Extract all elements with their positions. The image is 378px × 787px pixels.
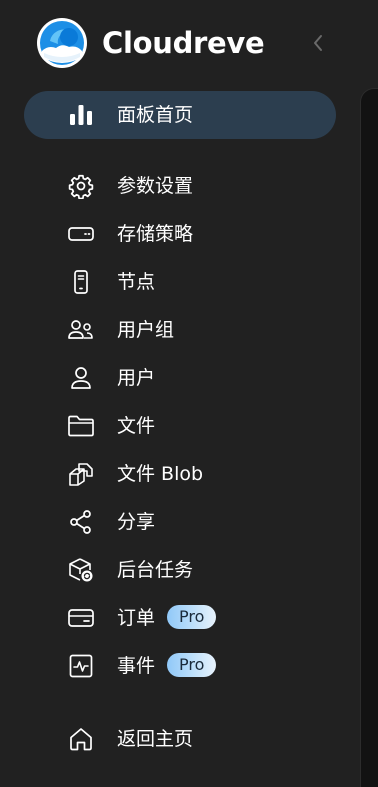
chevron-left-icon	[314, 35, 322, 51]
nav-item-settings[interactable]: 参数设置	[24, 162, 336, 210]
sidebar: Cloudreve 面板首页 参数设置 存储策略 节点 用户组 用户 文件 文件…	[0, 0, 360, 787]
share-icon	[67, 508, 95, 536]
bar-chart-icon	[67, 101, 95, 129]
nav-item-orders[interactable]: 订单 Pro	[24, 594, 336, 642]
nav-item-background-tasks[interactable]: 后台任务	[24, 546, 336, 594]
nav-label: 文件 Blob	[117, 463, 204, 485]
nav-item-back-home[interactable]: 返回主页	[24, 715, 336, 763]
nav-label: 后台任务	[117, 559, 194, 581]
folder-icon	[67, 412, 95, 440]
pro-badge: Pro	[167, 604, 217, 629]
device-icon	[67, 268, 95, 296]
nav-item-user-groups[interactable]: 用户组	[24, 306, 336, 354]
home-icon	[67, 725, 95, 753]
nav-label-text: 订单	[117, 607, 156, 629]
app-title: Cloudreve	[102, 26, 265, 60]
nav-label: 用户	[117, 367, 156, 389]
nav-item-dashboard[interactable]: 面板首页	[24, 91, 336, 139]
cloudreve-logo	[36, 17, 88, 69]
nav-label-text: 事件	[117, 655, 156, 677]
nav-item-nodes[interactable]: 节点	[24, 258, 336, 306]
nav-label: 用户组	[117, 319, 175, 341]
nav-item-storage-policy[interactable]: 存储策略	[24, 210, 336, 258]
nav-label: 节点	[117, 271, 156, 293]
nav-item-files[interactable]: 文件	[24, 402, 336, 450]
pro-badge: Pro	[167, 652, 217, 677]
nav-label: 面板首页	[117, 104, 194, 126]
nav-label: 订单 Pro	[117, 604, 217, 631]
activity-icon	[67, 652, 95, 680]
user-icon	[67, 364, 95, 392]
main-content-edge	[360, 88, 378, 787]
nav-label: 分享	[117, 511, 156, 533]
sidebar-header: Cloudreve	[0, 0, 360, 88]
nav-label: 事件 Pro	[117, 652, 217, 679]
user-group-icon	[67, 316, 95, 344]
card-icon	[67, 604, 95, 632]
nav-item-file-blob[interactable]: 文件 Blob	[24, 450, 336, 498]
nav-label: 返回主页	[117, 728, 194, 750]
gear-icon	[67, 172, 95, 200]
nav-item-shares[interactable]: 分享	[24, 498, 336, 546]
collapse-sidebar-button[interactable]	[306, 30, 330, 56]
nav-label: 存储策略	[117, 223, 194, 245]
storage-icon	[67, 220, 95, 248]
blob-icon	[67, 460, 95, 488]
nav-item-events[interactable]: 事件 Pro	[24, 642, 336, 690]
nav-label: 参数设置	[117, 175, 194, 197]
nav-label: 文件	[117, 415, 156, 437]
task-icon	[67, 556, 95, 584]
nav-item-users[interactable]: 用户	[24, 354, 336, 402]
